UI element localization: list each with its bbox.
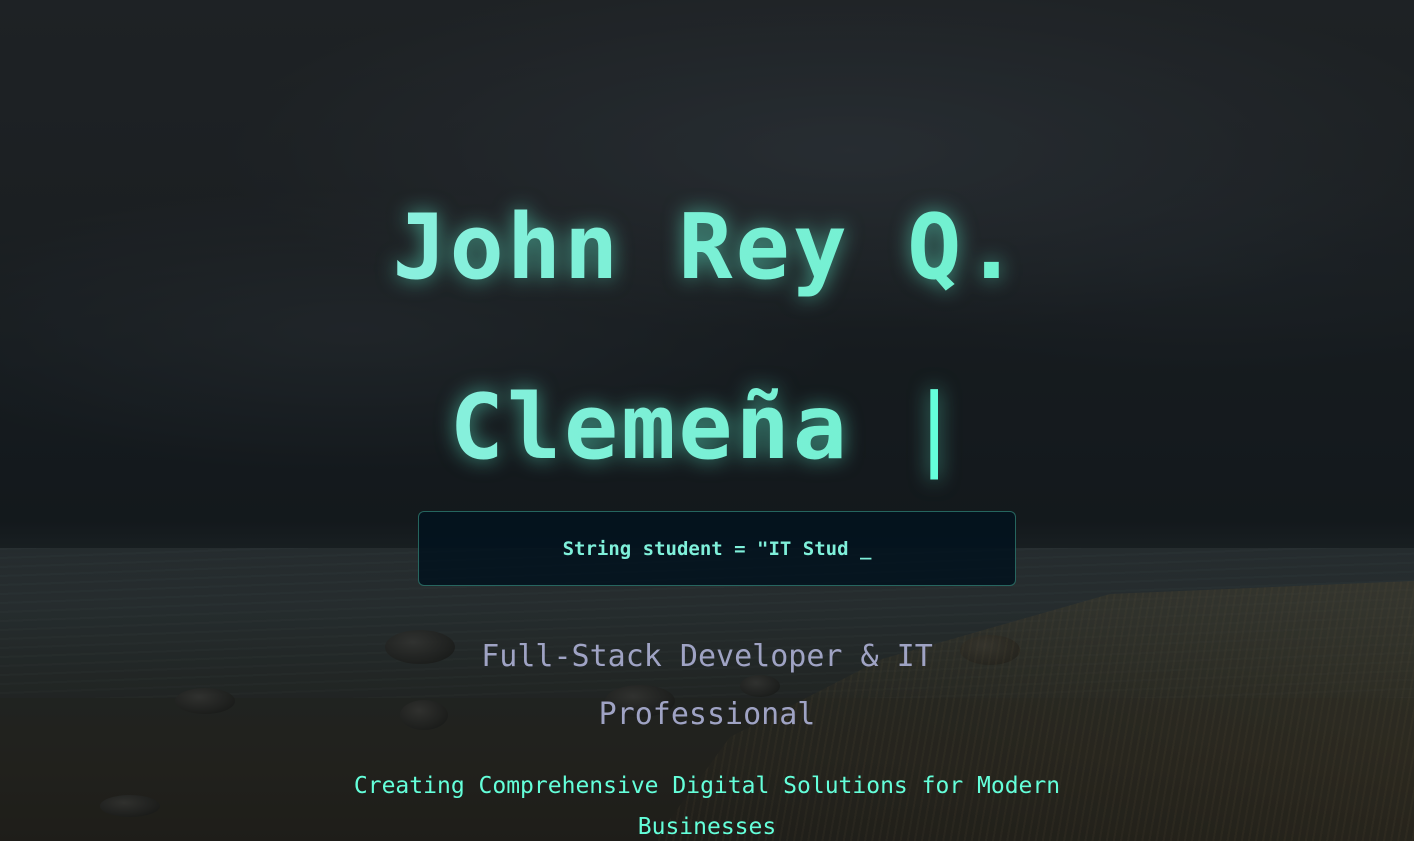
- hero-name-line2: Clemeña |: [0, 338, 1414, 518]
- code-snippet-text: String student = "IT Stud _: [562, 537, 872, 560]
- code-snippet-box: String student = "IT Stud _: [418, 511, 1016, 586]
- hero-name: John Rey Q. Clemeña |: [0, 158, 1414, 518]
- hero-section: John Rey Q. Clemeña | String student = "…: [0, 0, 1414, 841]
- hero-subtitle: Full-Stack Developer & IT Professional: [481, 639, 933, 732]
- hero-name-line2-text: Clemeña: [449, 375, 850, 480]
- hero-tagline: Creating Comprehensive Digital Solutions…: [353, 773, 1061, 840]
- hero-content: John Rey Q. Clemeña | String student = "…: [0, 0, 1414, 841]
- typing-cursor: |: [907, 375, 965, 480]
- hero-name-line1: John Rey Q.: [392, 195, 1022, 300]
